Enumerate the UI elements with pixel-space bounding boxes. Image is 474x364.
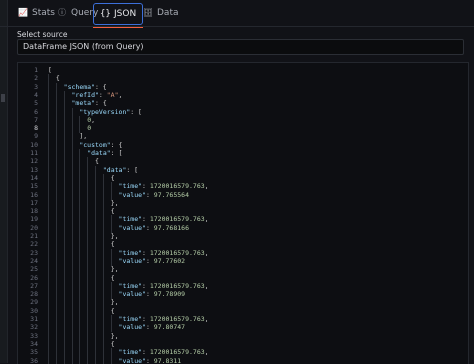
tab-data-label: Data — [157, 8, 179, 18]
tab-divider — [0, 26, 474, 27]
tab-stats-label: Stats — [32, 8, 55, 18]
tab-data[interactable]: 🗄 Data — [143, 2, 179, 24]
tab-json-label: JSON — [114, 9, 136, 19]
json-code-editor[interactable]: 1[2{3"schema": {4"refId": "A",5"meta": {… — [17, 62, 469, 364]
select-source-label: Select source — [17, 30, 67, 39]
chart-line-icon: 📈 — [18, 2, 28, 24]
left-sidebar-edge — [0, 0, 8, 363]
tab-stats[interactable]: 📈 Stats — [18, 2, 55, 24]
inspector-tabs: 📈Stats ⓘQuery {}JSON 🗄Data — [10, 0, 474, 26]
braces-icon: {} — [100, 4, 110, 24]
sidebar-handle[interactable] — [1, 94, 5, 102]
database-icon: 🗄 — [143, 2, 153, 24]
info-circle-icon: ⓘ — [57, 2, 67, 24]
source-select[interactable]: DataFrame JSON (from Query) — [17, 39, 464, 55]
tab-json[interactable]: {} JSON — [93, 3, 143, 25]
